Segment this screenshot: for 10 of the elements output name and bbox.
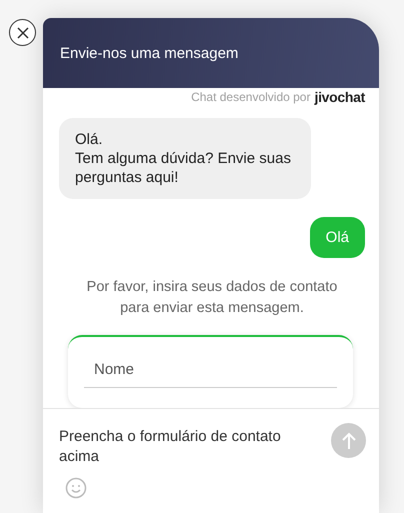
header-title: Envie-nos uma mensagem bbox=[60, 44, 238, 62]
contact-notice: Por favor, insira seus dados de contato para enviar esta mensagem. bbox=[86, 278, 338, 318]
agent-message: Olá. Tem alguma dúvida? Envie suas perguntas aqui! bbox=[59, 118, 311, 199]
arrow-up-icon bbox=[340, 432, 356, 450]
smiley-icon[interactable] bbox=[65, 477, 87, 499]
brand-logo[interactable]: jivochat bbox=[314, 89, 365, 105]
visitor-message: Olá bbox=[310, 217, 365, 258]
close-icon bbox=[16, 26, 30, 40]
powered-by-text: Chat desenvolvido por bbox=[191, 90, 310, 104]
close-button[interactable] bbox=[9, 19, 36, 46]
